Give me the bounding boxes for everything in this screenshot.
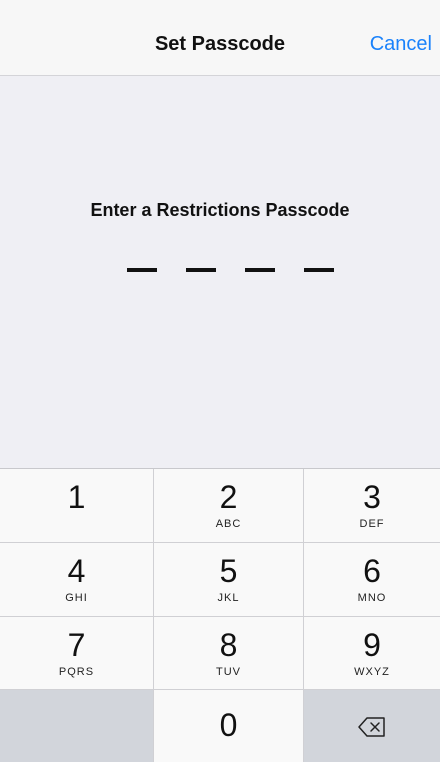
key-8[interactable]: 8 TUV — [154, 617, 304, 690]
passcode-dash — [304, 268, 334, 272]
key-digit: 2 — [219, 479, 238, 515]
key-digit: 4 — [67, 553, 86, 589]
backspace-icon — [358, 716, 385, 737]
passcode-prompt: Enter a Restrictions Passcode — [90, 200, 350, 220]
delete-button[interactable] — [304, 690, 440, 762]
key-5[interactable]: 5 JKL — [154, 543, 304, 617]
passcode-screen: Set Passcode Cancel Enter a Restrictions… — [0, 0, 440, 762]
key-6[interactable]: 6 MNO — [304, 543, 440, 617]
passcode-dashes — [0, 268, 440, 278]
key-digit: 6 — [363, 553, 381, 589]
key-digit: 3 — [363, 479, 381, 515]
key-letters: JKL — [217, 592, 240, 604]
key-letters: GHI — [65, 592, 88, 604]
passcode-entry-area: Enter a Restrictions Passcode — [0, 76, 440, 468]
key-letters: MNO — [357, 592, 387, 604]
key-letters: WXYZ — [354, 666, 390, 678]
key-letters: TUV — [216, 666, 241, 678]
key-digit: 0 — [219, 707, 238, 743]
key-digit: 7 — [67, 627, 86, 663]
navigation-bar: Set Passcode Cancel — [0, 0, 440, 76]
passcode-dash — [127, 268, 157, 272]
key-digit: 5 — [219, 553, 238, 589]
passcode-dash — [186, 268, 216, 272]
key-blank — [0, 690, 154, 762]
key-letters: DEF — [359, 518, 385, 530]
cancel-button[interactable]: Cancel — [370, 33, 432, 56]
key-4[interactable]: 4 GHI — [0, 543, 154, 617]
key-2[interactable]: 2 ABC — [154, 469, 304, 543]
key-9[interactable]: 9 WXYZ — [304, 617, 440, 690]
key-3[interactable]: 3 DEF — [304, 469, 440, 543]
key-0[interactable]: 0 — [154, 690, 304, 762]
key-letters: ABC — [215, 518, 242, 530]
key-digit: 1 — [67, 479, 86, 515]
key-letters: PQRS — [58, 666, 95, 678]
key-digit: 8 — [219, 627, 238, 663]
passcode-dash — [245, 268, 275, 272]
numeric-keypad: 1 2 ABC 3 DEF 4 GHI 5 JKL 6 MNO 7 PQRS 8… — [0, 468, 440, 762]
key-7[interactable]: 7 PQRS — [0, 617, 154, 690]
key-1[interactable]: 1 — [0, 469, 154, 543]
key-digit: 9 — [363, 627, 381, 663]
